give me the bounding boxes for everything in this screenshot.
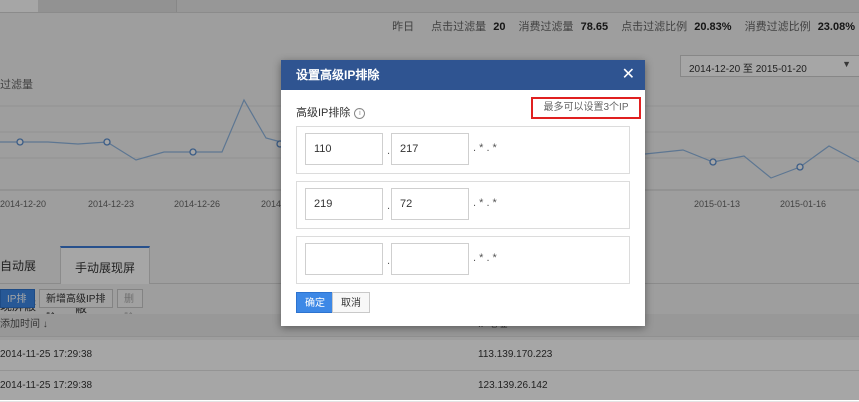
close-icon[interactable]: ✕ — [622, 60, 635, 90]
ip-octet-2-input[interactable] — [391, 133, 469, 165]
cancel-button[interactable]: 取消 — [332, 292, 370, 313]
dialog-header: 设置高级IP排除 ✕ — [281, 60, 645, 90]
dot-separator: . — [387, 145, 391, 157]
dot-separator: . — [387, 255, 391, 267]
ip-wildcard-suffix: . * . * — [473, 142, 497, 154]
ip-octet-1-input[interactable] — [305, 243, 383, 275]
section-label-text: 高级IP排除 — [296, 107, 351, 119]
advanced-ip-exclude-dialog: 设置高级IP排除 ✕ 高级IP排除i 最多可以设置3个IP . . * . * … — [281, 60, 645, 326]
ip-row: . . * . * — [296, 236, 630, 284]
ip-wildcard-suffix: . * . * — [473, 252, 497, 264]
ip-row: . . * . * — [296, 181, 630, 229]
dot-separator: . — [387, 200, 391, 212]
ip-wildcard-suffix: . * . * — [473, 197, 497, 209]
section-label: 高级IP排除 i — [296, 104, 366, 120]
ip-octet-1-input[interactable] — [305, 188, 383, 220]
dialog-title: 设置高级IP排除 — [296, 68, 380, 82]
confirm-button[interactable]: 确定 — [296, 292, 334, 313]
ip-octet-2-input[interactable] — [391, 243, 469, 275]
ip-octet-2-input[interactable] — [391, 188, 469, 220]
limit-note: 最多可以设置3个IP — [531, 97, 641, 119]
info-icon[interactable]: i — [354, 108, 366, 119]
ip-octet-1-input[interactable] — [305, 133, 383, 165]
ip-row: . . * . * — [296, 126, 630, 174]
